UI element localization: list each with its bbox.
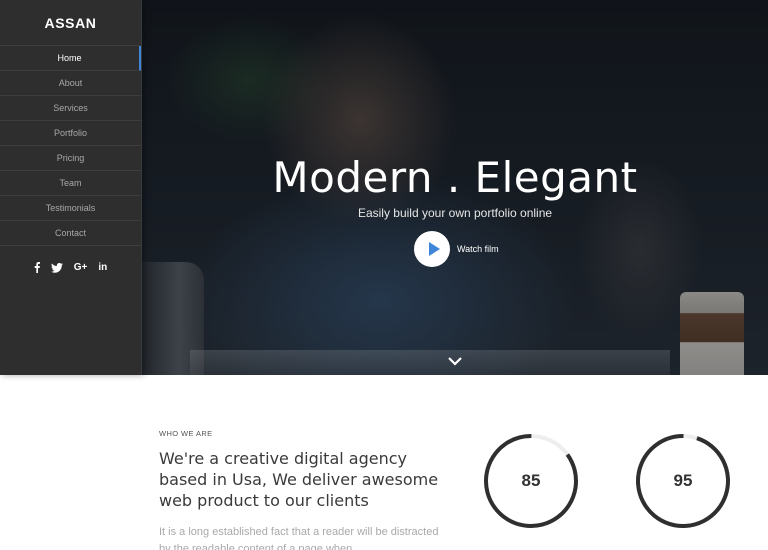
nav-item-contact[interactable]: Contact (0, 221, 141, 246)
stat-value: 85 (521, 471, 541, 490)
nav-item-portfolio[interactable]: Portfolio (0, 121, 141, 146)
about-heading: We're a creative digital agency based in… (159, 449, 439, 510)
watch-film-button[interactable]: Watch film (414, 231, 499, 267)
nav-item-services[interactable]: Services (0, 96, 141, 121)
facebook-icon[interactable] (34, 262, 40, 273)
about-body: It is a long established fact that a rea… (159, 526, 439, 550)
social-links: G+ in (0, 262, 141, 273)
nav-item-home[interactable]: Home (0, 46, 141, 71)
section-label: WHO WE ARE (159, 429, 213, 438)
nav-item-testimonials[interactable]: Testimonials (0, 196, 141, 221)
linkedin-icon[interactable]: in (98, 262, 107, 273)
play-icon (428, 242, 440, 256)
google-plus-icon[interactable]: G+ (74, 262, 88, 273)
stat-ring-1: 85 (483, 433, 579, 529)
stat-ring-2: 95 (635, 433, 731, 529)
watch-film-label[interactable]: Watch film (457, 244, 499, 254)
nav-item-about[interactable]: About (0, 71, 141, 96)
hero-title: Modern . Elegant (272, 153, 638, 202)
nav-menu: Home About Services Portfolio Pricing Team Tes… (0, 46, 141, 246)
chevron-down-icon (448, 356, 462, 366)
sidebar: ASSAN Home About Services Portfolio Pricing T… (0, 0, 142, 375)
brand-logo[interactable]: ASSAN (0, 0, 141, 46)
stat-value: 95 (673, 471, 693, 490)
play-button[interactable] (414, 231, 450, 267)
twitter-icon[interactable] (50, 262, 63, 273)
scroll-down-button[interactable] (446, 354, 464, 368)
nav-item-pricing[interactable]: Pricing (0, 146, 141, 171)
nav-item-team[interactable]: Team (0, 171, 141, 196)
hero-subtitle: Easily build your own portfolio online (357, 206, 553, 220)
